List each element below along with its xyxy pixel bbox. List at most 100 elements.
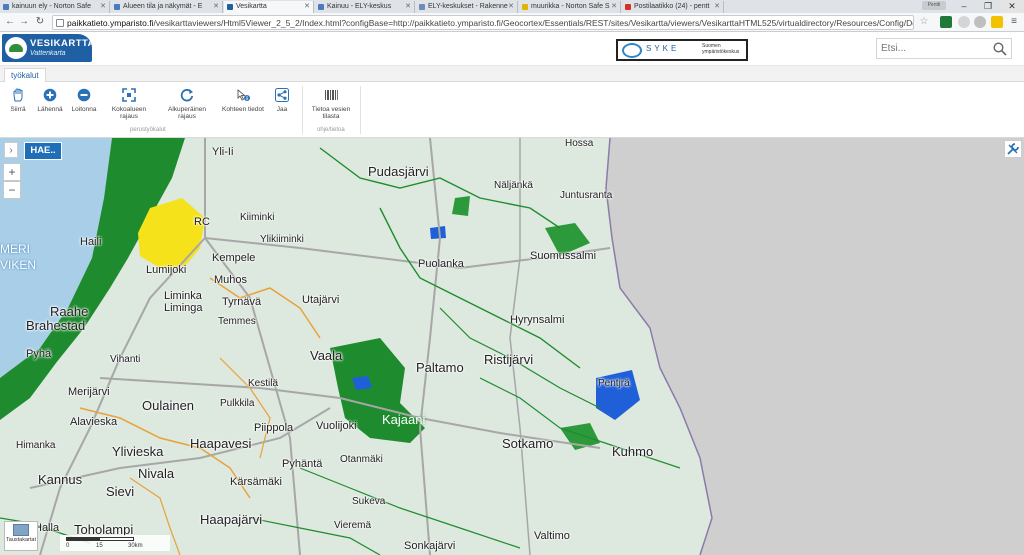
browser-tab[interactable]: kainuun ely - Norton Safe ✕ <box>0 1 110 13</box>
close-window-button[interactable]: ✕ <box>1000 0 1024 13</box>
tool-label: Kohteen tiedot <box>222 106 264 113</box>
zoom-out-button[interactable]: − <box>3 181 21 199</box>
scale-bar-graphic <box>66 537 134 541</box>
favicon-icon <box>625 4 631 10</box>
map-canvas <box>0 138 1024 555</box>
place-label: Haapavesi <box>190 436 252 451</box>
place-label: Muhos <box>214 274 248 286</box>
minimize-button[interactable]: – <box>952 0 976 13</box>
maximize-button[interactable]: ❐ <box>976 0 1000 13</box>
url-field[interactable]: paikkatieto.ymparisto.fi/vesikarttaviewe… <box>52 15 914 30</box>
share-tool-button[interactable]: Jaa <box>272 88 292 113</box>
refresh-icon <box>180 89 194 102</box>
logo-title: VESIKARTTA <box>30 38 92 49</box>
browser-tab[interactable]: muurikka - Norton Safe S ✕ <box>519 1 621 13</box>
place-label: Juntusranta <box>560 190 613 201</box>
search-icon[interactable] <box>993 42 1007 56</box>
extension-icon[interactable] <box>958 16 970 28</box>
expand-panel-button[interactable]: › <box>4 142 18 158</box>
back-icon[interactable]: ← <box>4 16 16 28</box>
pan-tool-button[interactable]: Siirrä <box>6 88 30 113</box>
tab-label: muurikka - Norton Safe S <box>531 3 610 10</box>
logo-mark-icon <box>5 37 27 59</box>
bookmark-star-icon[interactable]: ☆ <box>918 16 930 28</box>
tab-tools[interactable]: työkalut <box>4 68 46 82</box>
place-label: Vaala <box>310 348 343 363</box>
close-tab-icon[interactable]: ✕ <box>508 2 514 10</box>
place-label: Ristijärvi <box>484 352 534 367</box>
place-label: Suomussalmi <box>530 250 597 262</box>
place-label: Vieremä <box>334 520 372 531</box>
address-bar-row: ← → ↻ paikkatieto.ymparisto.fi/vesikartt… <box>0 13 1024 32</box>
basemap-thumbnail-icon <box>13 524 29 536</box>
tool-label: Siirrä <box>10 106 26 113</box>
vesikartta-logo[interactable]: VESIKARTTA Vattenkarta <box>2 34 92 62</box>
search-input[interactable] <box>877 39 987 58</box>
zoom-out-tool-button[interactable]: Loitonna <box>70 88 98 113</box>
close-tab-icon[interactable]: ✕ <box>714 2 720 10</box>
place-label: Näljänkä <box>494 180 533 191</box>
browser-tab[interactable]: Alueen tila ja näkymät - E ✕ <box>111 1 223 13</box>
place-label: Piippola <box>254 422 294 434</box>
zoom-in-tool-button[interactable]: Lähennä <box>36 88 64 113</box>
water-status-info-button[interactable]: Tietoa vesien tilasta <box>308 88 354 120</box>
place-label: Lumijoki <box>146 264 187 276</box>
place-label: Paltamo <box>416 360 464 375</box>
close-tab-icon[interactable]: ✕ <box>213 2 219 10</box>
full-extent-tool-button[interactable]: Kokoalueen rajaus <box>108 88 150 120</box>
close-tab-icon[interactable]: ✕ <box>304 2 310 10</box>
search-box <box>876 38 1012 59</box>
reload-icon[interactable]: ↻ <box>34 16 46 28</box>
favicon-icon <box>114 4 120 10</box>
extension-icon[interactable] <box>974 16 986 28</box>
scale-label: 15 <box>96 543 103 549</box>
browser-tab[interactable]: Postilaatikko (24) - pentt ✕ <box>622 1 724 13</box>
place-label: Vuolijoki <box>316 420 357 432</box>
extension-icon[interactable] <box>991 16 1003 28</box>
menu-icon[interactable]: ≡ <box>1008 16 1020 28</box>
place-label: Ylivieska <box>112 444 164 459</box>
tab-label: kainuun ely - Norton Safe <box>12 3 91 10</box>
close-tab-icon[interactable]: ✕ <box>100 2 106 10</box>
norton-extension-icon[interactable] <box>940 16 952 28</box>
search-hae-button[interactable]: HAE.. <box>24 142 62 160</box>
place-label: Kiiminki <box>240 212 275 223</box>
sea-label: VIKEN <box>0 258 37 272</box>
app-header: VESIKARTTA Vattenkarta SYKE Suomen ympär… <box>0 32 1024 66</box>
place-label: Yli-Ii <box>212 146 234 158</box>
map-tools-button[interactable] <box>1004 140 1022 158</box>
page-info-icon[interactable] <box>56 19 64 27</box>
place-label: Pudasjärvi <box>368 164 429 179</box>
tool-label: Tietoa vesien tilasta <box>311 106 351 120</box>
browser-tab-active[interactable]: Vesikartta ✕ <box>224 1 314 13</box>
barcode-icon <box>325 90 338 100</box>
identify-tool-button[interactable]: Kohteen tiedot <box>220 88 266 113</box>
place-label: Puolanka <box>418 258 464 270</box>
browser-tab[interactable]: ELY-keskukset - Rakenne ✕ <box>416 1 518 13</box>
place-label: Sonkajärvi <box>404 540 456 552</box>
wrench-icon <box>1007 143 1019 155</box>
place-label: Hossa <box>565 138 594 149</box>
favicon-icon <box>522 4 528 10</box>
close-tab-icon[interactable]: ✕ <box>611 2 617 10</box>
place-label: Raahe <box>50 304 89 319</box>
toolbar-ribbon: Siirrä Lähennä Loitonna Kokoalueen rajau… <box>0 82 1024 138</box>
favicon-icon <box>318 4 324 10</box>
place-label: Sukeva <box>352 496 386 507</box>
place-label: Nivala <box>138 466 175 481</box>
place-label: Temmes <box>218 316 256 327</box>
initial-extent-tool-button[interactable]: Alkuperäinen rajaus <box>164 88 210 120</box>
url-host: paikkatieto.ymparisto.fi <box>67 18 154 28</box>
forward-icon[interactable]: → <box>18 16 30 28</box>
zoom-in-button[interactable]: + <box>3 163 21 181</box>
close-tab-icon[interactable]: ✕ <box>405 2 411 10</box>
scale-label: 0 <box>66 543 70 549</box>
map-view[interactable]: Yli-Ii Pudasjärvi Hossa Näljänkä Juntusr… <box>0 138 1024 555</box>
browser-tab[interactable]: Kainuu - ELY-keskus ✕ <box>315 1 415 13</box>
place-label: Himanka <box>16 440 56 451</box>
place-label: Liminka <box>164 290 202 302</box>
syke-logo[interactable]: SYKE Suomen ympäristökeskus <box>616 39 748 61</box>
toolbar-tab-row: työkalut <box>0 66 1024 82</box>
profile-badge[interactable]: Pentti <box>922 1 946 10</box>
basemap-switcher-button[interactable]: Taustakartat <box>4 521 38 551</box>
